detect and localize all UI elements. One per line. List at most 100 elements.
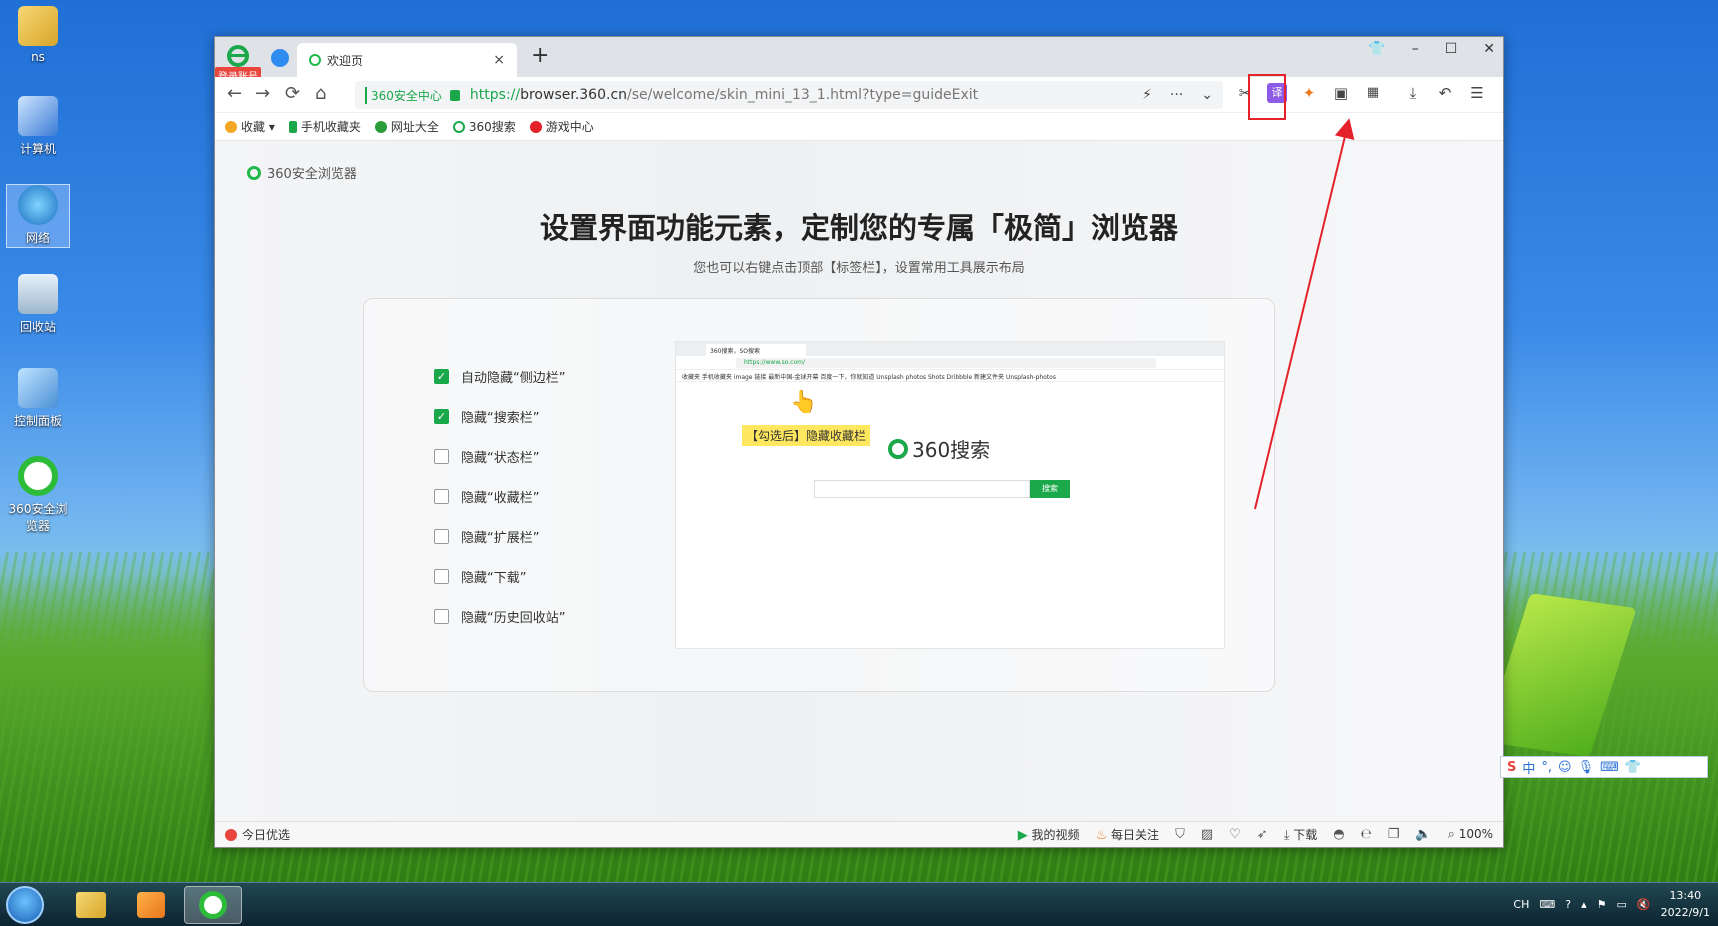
option-auto-hide-sidebar[interactable]: ✓ 自动隐藏“侧边栏” — [434, 367, 565, 386]
network-icon[interactable]: ▭ — [1616, 898, 1626, 911]
back-arrow-icon[interactable]: ← — [227, 83, 242, 104]
desktop-icon-control-panel[interactable]: 控制面板 — [6, 368, 70, 429]
taskbar-360-browser[interactable] — [184, 886, 242, 924]
checkbox[interactable] — [434, 529, 449, 544]
today-picks-label: 今日优选 — [242, 828, 291, 842]
bookmark-favorites[interactable]: 收藏 ▾ — [225, 118, 275, 135]
close-icon[interactable]: ✕ — [1483, 41, 1495, 57]
tab-close-icon[interactable]: × — [493, 52, 505, 68]
checkbox[interactable] — [434, 609, 449, 624]
incognito-icon[interactable]: ◓ — [1333, 827, 1344, 842]
minimize-icon[interactable]: – — [1412, 41, 1419, 57]
punctuation-icon[interactable]: °, — [1541, 760, 1552, 775]
bookmark-mobile[interactable]: 手机收藏夹 — [288, 118, 361, 135]
my-video-label: 我的视频 — [1031, 828, 1080, 842]
tab-favicon-icon — [309, 54, 321, 66]
system-tray: CH ⌨ ? ▴ ⚑ ▭ 🔇 13:40 2022/9/1 — [1513, 887, 1710, 921]
daily-follow-button[interactable]: ♨ 每日关注 — [1096, 826, 1160, 843]
flame-icon: ♨ — [1095, 828, 1108, 843]
today-picks[interactable]: 今日优选 — [225, 826, 290, 843]
desktop-icon-label: 计算机 — [19, 142, 56, 156]
lock-icon — [449, 89, 460, 101]
volume-icon[interactable]: 🔇 — [1637, 898, 1651, 911]
url-scheme: https:// — [469, 87, 521, 103]
undo-history-icon[interactable]: ↶ — [1435, 83, 1455, 103]
flag-icon[interactable]: ⚑ — [1597, 898, 1607, 911]
360-browser-logo-icon[interactable] — [225, 45, 251, 67]
star-icon — [225, 121, 237, 133]
tray-expand-icon[interactable]: ▴ — [1581, 898, 1587, 911]
brand-name: 360安全浏览器 — [267, 167, 357, 182]
brand: 360安全浏览器 — [247, 163, 357, 182]
desktop-icon-network[interactable]: 网络 — [6, 184, 70, 248]
checkbox-checked[interactable]: ✓ — [434, 369, 449, 384]
reader-book-icon[interactable]: ▣ — [1331, 83, 1351, 103]
taskbar-media-player[interactable] — [122, 886, 180, 924]
preview-search-input — [814, 480, 1030, 498]
health-icon[interactable]: ♡ — [1229, 827, 1241, 842]
status-download-button[interactable]: ⤓ 下载 — [1284, 826, 1318, 843]
zoom-control[interactable]: ⌕ 100% — [1448, 827, 1493, 842]
maximize-icon[interactable]: ☐ — [1445, 41, 1458, 57]
chevron-down-icon[interactable]: ⌄ — [1201, 87, 1213, 103]
lightning-icon[interactable]: ⚡ — [1142, 87, 1152, 103]
window-icon[interactable]: ❐ — [1388, 827, 1400, 842]
desktop-icon-360-browser[interactable]: 360安全浏览器 — [6, 456, 70, 534]
app-grid-icon[interactable]: ▦ — [1363, 83, 1383, 103]
more-icon[interactable]: ··· — [1170, 87, 1183, 103]
checkbox[interactable] — [434, 449, 449, 464]
ime-mode[interactable]: 中 — [1522, 758, 1535, 777]
ie-mode-icon[interactable]: ℮ — [1361, 827, 1372, 842]
shield-icon[interactable]: ⛉ — [1175, 827, 1185, 842]
my-video-button[interactable]: ▶ 我的视频 — [1018, 826, 1080, 843]
download-icon[interactable]: ⤓ — [1403, 83, 1423, 103]
option-hide-history-recycle[interactable]: 隐藏“历史回收站” — [434, 607, 565, 626]
game-controller-icon[interactable]: ✦ — [1299, 83, 1319, 103]
checkbox[interactable] — [434, 489, 449, 504]
desktop-icon-label: 回收站 — [19, 320, 56, 334]
option-hide-download[interactable]: 隐藏“下载” — [434, 567, 526, 586]
skin-icon[interactable]: 👕 — [1368, 41, 1385, 57]
start-button[interactable] — [6, 886, 44, 924]
speaker-icon[interactable]: 🔈 — [1415, 827, 1431, 842]
360-browser-icon — [18, 456, 58, 496]
mic-icon[interactable]: 🎙 — [1578, 760, 1595, 775]
desktop-icon-user-folder[interactable]: ns — [6, 6, 70, 64]
reload-icon[interactable]: ⟳ — [285, 83, 300, 104]
security-center-badge[interactable]: 360安全中心 — [365, 86, 442, 104]
bookmark-game-center[interactable]: 游戏中心 — [529, 118, 594, 135]
checkbox[interactable] — [434, 569, 449, 584]
bookmark-site-directory[interactable]: 网址大全 — [374, 118, 439, 135]
ime-toolbar[interactable]: S 中 °, ☺ 🎙 ⌨ 👕 — [1500, 756, 1708, 778]
option-hide-extension-bar[interactable]: 隐藏“扩展栏” — [434, 527, 539, 546]
option-hide-bookmarks-bar[interactable]: 隐藏“收藏栏” — [434, 487, 539, 506]
rocket-icon[interactable]: ➶ — [1257, 827, 1268, 842]
language-indicator[interactable]: CH — [1513, 898, 1529, 911]
tab-welcome[interactable]: 欢迎页 × — [297, 43, 517, 77]
help-icon[interactable]: ? — [1565, 898, 1571, 911]
checkbox-checked[interactable]: ✓ — [434, 409, 449, 424]
game-center-icon — [529, 121, 542, 133]
keyboard-icon[interactable]: ⌨ — [1600, 760, 1619, 775]
image-icon[interactable]: ▨ — [1201, 827, 1213, 842]
home-icon[interactable]: ⌂ — [315, 83, 326, 104]
keyboard-icon[interactable]: ⌨ — [1539, 898, 1555, 911]
bookmark-360-search[interactable]: 360搜索 — [452, 118, 516, 135]
desktop-icon-recycle-bin[interactable]: 回收站 — [6, 274, 70, 335]
emoji-icon[interactable]: ☺ — [1558, 760, 1572, 775]
option-label: 自动隐藏“侧边栏” — [461, 371, 566, 386]
option-hide-status-bar[interactable]: 隐藏“状态栏” — [434, 447, 539, 466]
bookmarks-bar: 收藏 ▾ 手机收藏夹 网址大全 360搜索 游戏中心 — [215, 113, 1503, 141]
option-hide-search-bar[interactable]: ✓ 隐藏“搜索栏” — [434, 407, 539, 426]
desktop-icon-computer[interactable]: 计算机 — [6, 96, 70, 157]
address-bar[interactable]: 360安全中心 https:// browser.360.cn /se/welc… — [355, 81, 1223, 109]
taskbar-explorer[interactable] — [62, 886, 120, 924]
forward-arrow-icon[interactable]: → — [255, 83, 270, 104]
menu-icon[interactable]: ☰ — [1467, 83, 1487, 103]
desktop-icon-label: 360安全浏览器 — [8, 502, 68, 533]
clock[interactable]: 13:40 2022/9/1 — [1661, 887, 1710, 921]
telegram-icon[interactable] — [271, 49, 289, 67]
skin-icon[interactable]: 👕 — [1625, 760, 1641, 775]
heart-icon — [225, 828, 237, 841]
new-tab-button[interactable]: + — [531, 43, 549, 68]
